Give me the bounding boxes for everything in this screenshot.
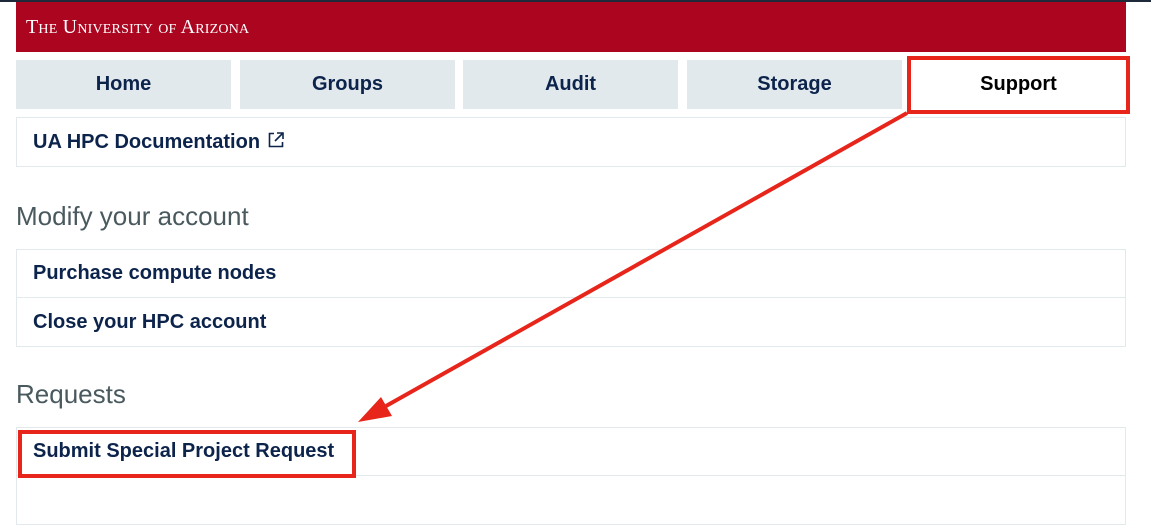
tab-audit-label: Audit (544, 73, 597, 95)
tab-groups-label: Groups (311, 73, 384, 95)
modify-account-heading: Modify your account (16, 201, 249, 231)
documentation-panel: UA HPC Documentation (16, 117, 1126, 167)
tab-support-label: Support (980, 73, 1057, 95)
list-item: Close your HPC account (17, 298, 1125, 346)
arrow-head (358, 397, 392, 422)
list-item: Purchase compute nodes (17, 250, 1125, 298)
requests-panel: Submit Special Project Request (16, 427, 1126, 525)
tab-storage[interactable]: Storage (687, 60, 902, 109)
tab-home[interactable]: Home (16, 60, 231, 109)
documentation-row: UA HPC Documentation (17, 118, 1125, 166)
tab-audit[interactable]: Audit (463, 60, 678, 109)
tab-groups[interactable]: Groups (240, 60, 455, 109)
university-wordmark[interactable]: The University of Arizona (26, 16, 249, 39)
tab-home-label: Home (95, 73, 152, 95)
purchase-compute-nodes-link[interactable]: Purchase compute nodes (33, 262, 276, 285)
list-item: Submit Special Project Request (17, 428, 1125, 476)
submit-special-project-request-link[interactable]: Submit Special Project Request (33, 440, 334, 463)
requests-heading: Requests (16, 379, 126, 409)
close-hpc-account-link[interactable]: Close your HPC account (33, 311, 266, 334)
hpc-documentation-label: UA HPC Documentation (33, 130, 261, 153)
tab-storage-label: Storage (757, 73, 832, 95)
main-navigation: Home Groups Audit Storage Support (16, 60, 1128, 109)
hpc-documentation-link[interactable]: UA HPC Documentation (33, 131, 285, 154)
university-banner: The University of Arizona (16, 2, 1126, 52)
tab-support[interactable]: Support (911, 60, 1126, 109)
external-link-icon (268, 131, 284, 147)
modify-account-panel: Purchase compute nodes Close your HPC ac… (16, 249, 1126, 347)
list-item (17, 476, 1125, 524)
